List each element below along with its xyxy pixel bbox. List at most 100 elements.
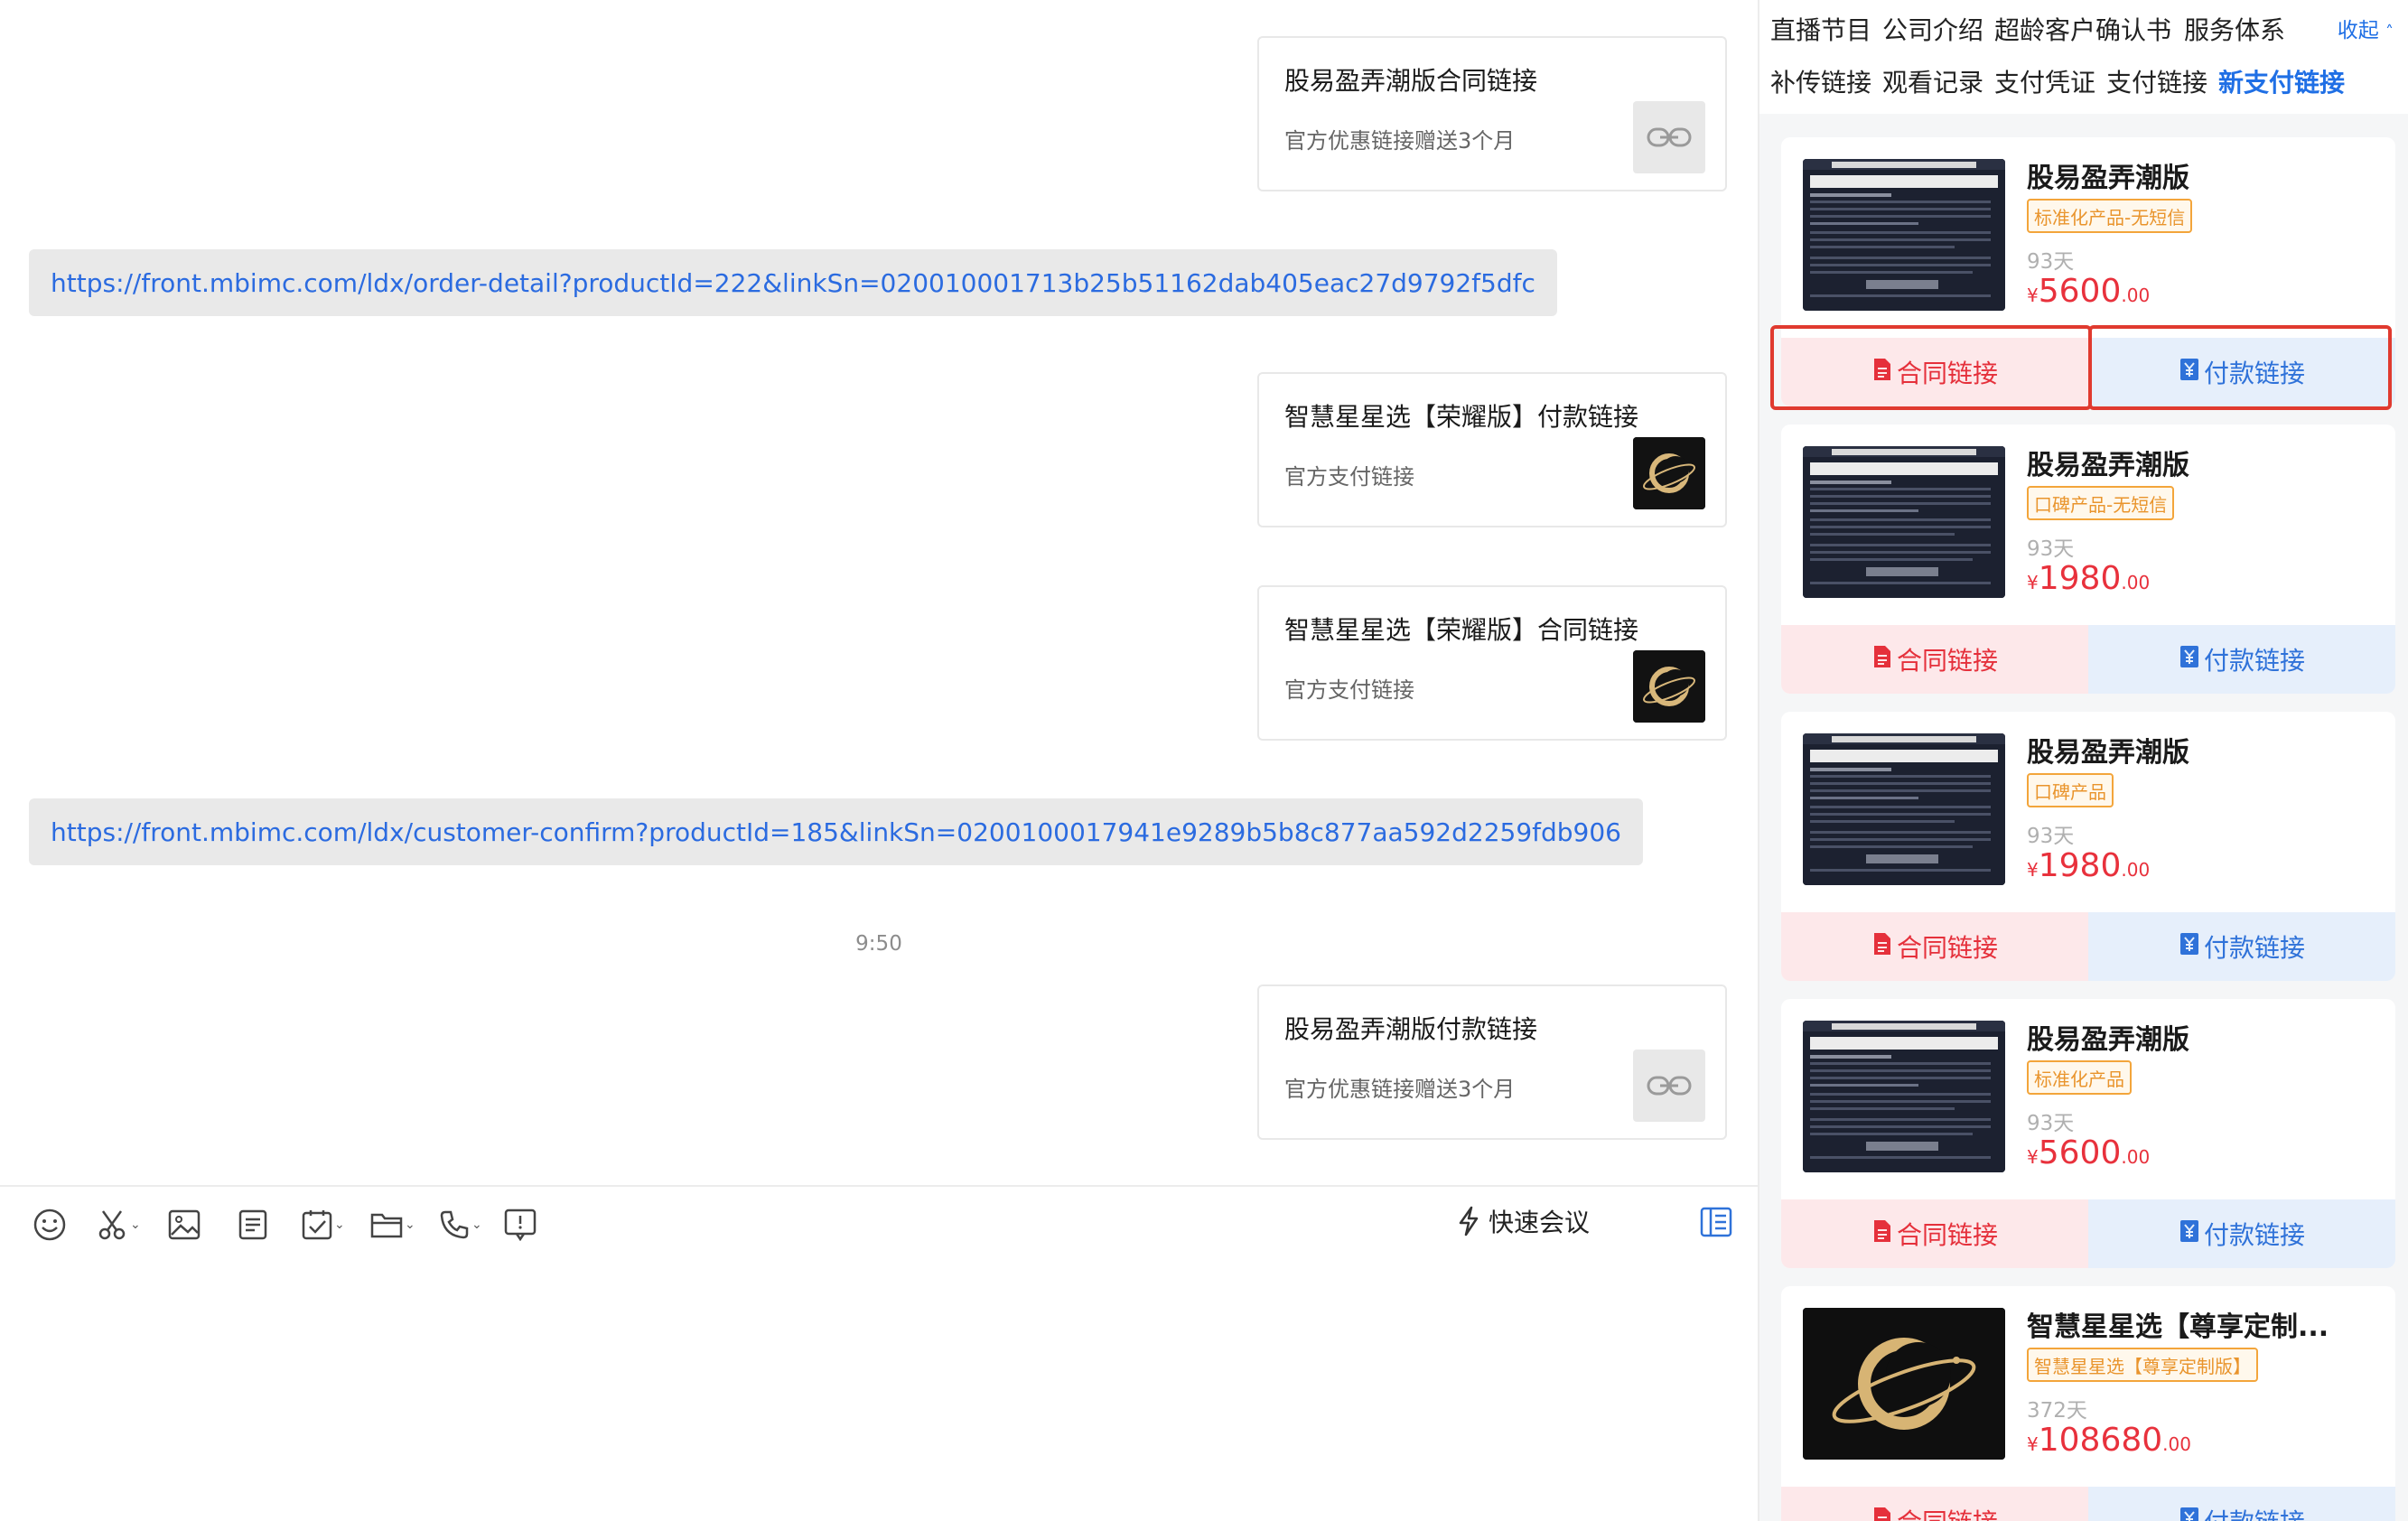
message-timestamp: 9:50 [855, 932, 902, 956]
product-thumbnail [1803, 1021, 2005, 1172]
payment-icon [2179, 1507, 2200, 1521]
payment-link-button[interactable]: 付款链接 [2088, 1487, 2395, 1521]
product-thumbnail [1803, 446, 2005, 598]
collapse-label: 收起 [2337, 19, 2379, 42]
contract-link-label: 合同链接 [1896, 1220, 1998, 1250]
highlight-box [1770, 325, 2092, 410]
payment-icon [2179, 645, 2200, 675]
chevron-down-icon: ⌄ [334, 1218, 345, 1232]
payment-link-label: 付款链接 [2204, 1503, 2305, 1521]
product-price: ¥5600.00 [2027, 273, 2150, 310]
contract-link-button[interactable]: 合同链接 [1781, 1487, 2088, 1521]
product-tag: 口碑产品-无短信 [2027, 486, 2175, 520]
link-icon [1633, 101, 1705, 173]
emoji-icon[interactable] [33, 1207, 67, 1243]
product-name: 股易盈弄潮版 [2027, 1024, 2189, 1056]
payment-link-button[interactable]: 付款链接 [2088, 1199, 2395, 1268]
sidebar-tabs: 直播节目 公司介绍 超龄客户确认书 服务体系 收起 ˄ 补传链接 观看记录 支付… [1759, 0, 2408, 114]
side-panel-toggle-icon[interactable] [1700, 1207, 1732, 1241]
product-tag: 智慧星星选【尊享定制版】 [2027, 1348, 2258, 1382]
collapse-button[interactable]: 收起 ˄ [2338, 13, 2394, 43]
tab-elderly-confirmation[interactable]: 超龄客户确认书 [1994, 11, 2171, 47]
quick-meeting-label: 快速会议 [1488, 1208, 1590, 1237]
payment-link-label: 付款链接 [2203, 646, 2305, 676]
price-decimal: .00 [2121, 572, 2151, 593]
link-card-message[interactable]: 智慧星星选【荣耀版】付款链接 官方支付链接 [1257, 372, 1727, 527]
card-title: 智慧星星选【荣耀版】付款链接 [1284, 402, 1639, 432]
product-tag: 标准化产品 [2027, 1060, 2132, 1095]
phone-icon[interactable]: ⌄ [439, 1207, 482, 1243]
document-icon [1871, 645, 1893, 675]
card-title: 智慧星星选【荣耀版】合同链接 [1284, 615, 1639, 645]
image-icon[interactable] [168, 1207, 201, 1243]
tab-service-system[interactable]: 服务体系 [2184, 11, 2285, 47]
product-actions: 合同链接 付款链接 [1781, 1199, 2395, 1268]
tab-supplement-link[interactable]: 补传链接 [1770, 63, 1871, 99]
quick-meeting-button[interactable]: 快速会议 [1456, 1203, 1590, 1239]
chevron-down-icon: ⌄ [405, 1218, 415, 1232]
product-name: 股易盈弄潮版 [2027, 737, 2189, 769]
contract-link-label: 合同链接 [1896, 933, 1998, 963]
contract-link-button[interactable]: 合同链接 [1781, 1199, 2088, 1268]
tab-new-payment-link[interactable]: 新支付链接 [2218, 63, 2345, 99]
contract-link-label: 合同链接 [1896, 646, 1998, 676]
product-actions: 合同链接 付款链接 [1781, 912, 2395, 981]
folder-icon[interactable]: ⌄ [370, 1207, 415, 1243]
price-integer: 1980 [2038, 847, 2122, 884]
screen-share-icon[interactable] [504, 1207, 537, 1243]
price-integer: 108680 [2038, 1422, 2163, 1459]
product-card: 股易盈弄潮版 口碑产品 93天 ¥1980.00 合同链接 付款链接 [1781, 712, 2395, 981]
product-name: 股易盈弄潮版 [2027, 163, 2189, 194]
contract-link-button[interactable]: 合同链接 [1781, 912, 2088, 981]
product-tag: 口碑产品 [2027, 773, 2114, 807]
product-duration: 93天 [2027, 1112, 2075, 1135]
product-price: ¥1980.00 [2027, 847, 2150, 884]
currency-symbol: ¥ [2027, 859, 2039, 881]
payment-link-button[interactable]: 付款链接 [2088, 625, 2395, 694]
highlight-box [2088, 325, 2392, 410]
product-card: 智慧星星选【尊享定制... 智慧星星选【尊享定制版】 372天 ¥108680.… [1781, 1286, 2395, 1521]
product-price: ¥5600.00 [2027, 1134, 2150, 1171]
url-link[interactable]: https://front.mbimc.com/ldx/customer-con… [51, 817, 1621, 847]
product-name: 智慧星星选【尊享定制... [2027, 1311, 2329, 1343]
chat-pane: 股易盈弄潮版合同链接 官方优惠链接赠送3个月 https://front.mbi… [0, 0, 1758, 1521]
price-decimal: .00 [2121, 1146, 2151, 1168]
chevron-down-icon: ⌄ [130, 1218, 141, 1232]
message-input[interactable] [0, 1255, 1758, 1521]
card-subtitle: 官方支付链接 [1284, 677, 1414, 703]
link-card-message[interactable]: 智慧星星选【荣耀版】合同链接 官方支付链接 [1257, 585, 1727, 741]
product-thumbnail [1803, 733, 2005, 885]
link-card-message[interactable]: 股易盈弄潮版合同链接 官方优惠链接赠送3个月 [1257, 36, 1727, 191]
tab-live-program[interactable]: 直播节目 [1770, 11, 1871, 47]
payment-icon [2179, 1219, 2200, 1249]
payment-link-button[interactable]: 付款链接 [2088, 912, 2395, 981]
product-tag: 标准化产品-无短信 [2027, 199, 2193, 233]
link-icon [1633, 1050, 1705, 1122]
checklist-icon[interactable]: ⌄ [302, 1207, 345, 1243]
product-price: ¥1980.00 [2027, 560, 2150, 597]
url-link[interactable]: https://front.mbimc.com/ldx/order-detail… [51, 268, 1535, 298]
card-title: 股易盈弄潮版合同链接 [1284, 66, 1538, 96]
note-icon[interactable] [238, 1207, 267, 1243]
price-decimal: .00 [2121, 859, 2151, 881]
url-message[interactable]: https://front.mbimc.com/ldx/customer-con… [29, 798, 1643, 865]
scissors-icon[interactable]: ⌄ [98, 1207, 141, 1243]
contract-link-label: 合同链接 [1897, 1503, 1998, 1521]
contract-link-button[interactable]: 合同链接 [1781, 625, 2088, 694]
tab-company-intro[interactable]: 公司介绍 [1882, 11, 1983, 47]
chevron-down-icon: ⌄ [471, 1218, 482, 1232]
payment-link-label: 付款链接 [2203, 933, 2305, 963]
price-integer: 5600 [2038, 1134, 2122, 1171]
lightning-icon [1459, 1206, 1479, 1236]
price-integer: 1980 [2038, 560, 2122, 597]
url-message[interactable]: https://front.mbimc.com/ldx/order-detail… [29, 249, 1557, 316]
product-name: 股易盈弄潮版 [2027, 450, 2189, 481]
tab-view-records[interactable]: 观看记录 [1882, 63, 1983, 99]
tab-payment-link[interactable]: 支付链接 [2106, 63, 2207, 99]
link-card-message[interactable]: 股易盈弄潮版付款链接 官方优惠链接赠送3个月 [1257, 984, 1727, 1140]
currency-symbol: ¥ [2027, 285, 2039, 306]
product-duration: 93天 [2027, 537, 2075, 561]
card-title: 股易盈弄潮版付款链接 [1284, 1014, 1538, 1044]
product-card: 股易盈弄潮版 口碑产品-无短信 93天 ¥1980.00 合同链接 付款链接 [1781, 425, 2395, 694]
tab-payment-proof[interactable]: 支付凭证 [1994, 63, 2095, 99]
